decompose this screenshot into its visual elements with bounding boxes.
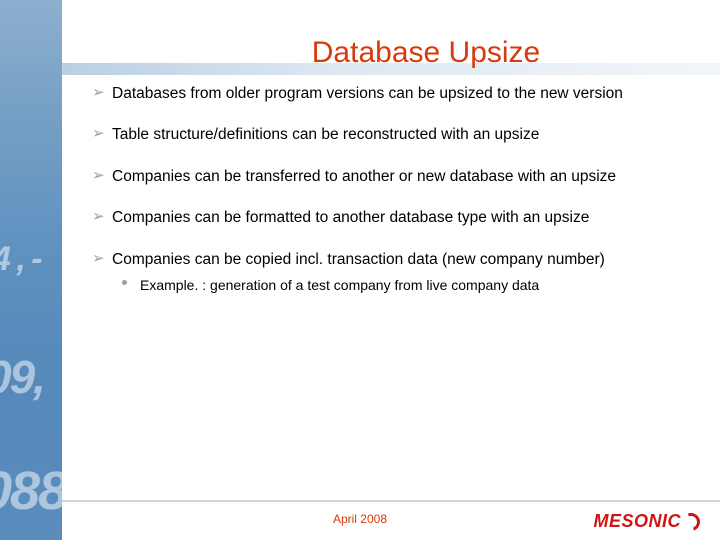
chevron-right-icon: ➢ xyxy=(92,251,105,266)
ghost-number-2: 09, - xyxy=(0,350,62,458)
ghost-number-1: 4 , - xyxy=(0,240,41,279)
bullet-text: Companies can be transferred to another … xyxy=(112,168,616,185)
bullet-text: Databases from older program versions ca… xyxy=(112,85,623,102)
content-area: ➢ Databases from older program versions … xyxy=(92,84,680,294)
sub-bullet-text: Example. : generation of a test company … xyxy=(140,277,539,293)
chevron-right-icon: ➢ xyxy=(92,209,105,224)
brand-swoosh-icon xyxy=(679,510,703,534)
sub-bullet-item: Example. : generation of a test company … xyxy=(122,277,680,295)
slide: 4 , - 09, - 088. Database Upsize ➢ Datab… xyxy=(0,0,720,540)
chevron-right-icon: ➢ xyxy=(92,85,105,100)
footer-divider xyxy=(62,500,720,502)
bullet-item: ➢ Table structure/definitions can be rec… xyxy=(92,125,680,144)
bullet-item: ➢ Databases from older program versions … xyxy=(92,84,680,103)
bullet-item: ➢ Companies can be transferred to anothe… xyxy=(92,167,680,186)
chevron-right-icon: ➢ xyxy=(92,168,105,183)
brand-logo: MESONIC xyxy=(593,511,700,532)
bullet-text: Companies can be formatted to another da… xyxy=(112,209,589,226)
left-decorative-strip: 4 , - 09, - 088. xyxy=(0,0,62,540)
chevron-right-icon: ➢ xyxy=(92,126,105,141)
bullet-item: ➢ Companies can be copied incl. transact… xyxy=(92,250,680,269)
bullet-item: ➢ Companies can be formatted to another … xyxy=(92,208,680,227)
brand-logo-text: MESONIC xyxy=(593,511,681,532)
bullet-text: Companies can be copied incl. transactio… xyxy=(112,251,605,268)
dot-icon xyxy=(122,280,127,285)
slide-title: Database Upsize xyxy=(172,36,680,70)
bullet-text: Table structure/definitions can be recon… xyxy=(112,126,539,143)
